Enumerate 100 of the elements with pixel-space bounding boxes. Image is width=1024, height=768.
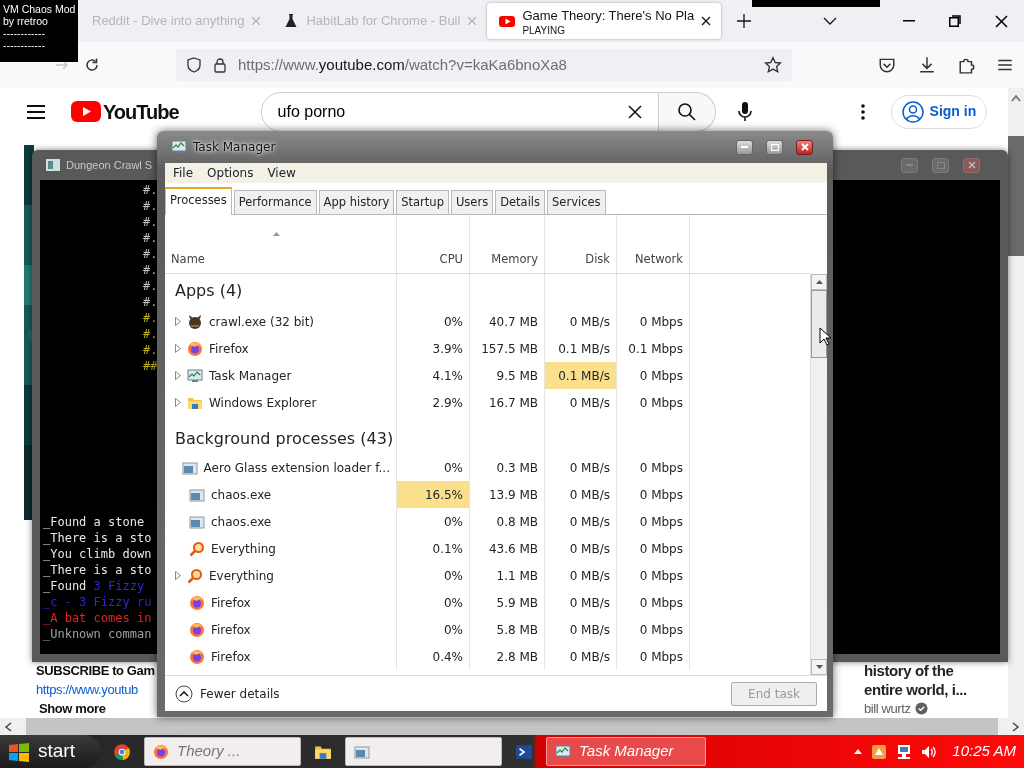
process-name: Task Manager [209,367,292,385]
expand-icon[interactable] [175,344,181,354]
scrollbar-thumb[interactable] [811,290,827,359]
map-row: #. [143,294,158,310]
table-cell: 0 Mbps [617,643,690,671]
map-row: #. [143,230,158,246]
browser-icon[interactable] [113,742,131,761]
play-button-icon[interactable] [71,101,101,122]
table-cell: 0.4% [397,643,470,671]
scroll-up-button[interactable] [811,274,827,291]
close-icon[interactable] [701,16,712,26]
table-cell: 157.5 MB [470,335,545,363]
table-cell: 5.8 MB [470,616,545,644]
tab[interactable]: Details [495,190,546,215]
video-title[interactable]: entire world, i... [864,680,967,699]
close-icon [967,161,976,169]
pocket-icon[interactable] [878,56,896,74]
scroll-left-icon[interactable] [4,721,12,732]
table-cell: 0 MB/s [545,508,617,536]
process-name: Firefox [211,648,251,666]
chevron-down-icon[interactable] [823,17,838,25]
address-bar[interactable]: https://www.youtube.com/watch?v=kaKa6bnoXa8 [176,49,792,81]
process-name: Firefox [211,594,251,612]
maximize-button[interactable] [766,139,783,155]
start-button[interactable]: start [0,735,100,768]
tab[interactable]: App history [318,190,395,215]
download-icon[interactable] [918,56,936,74]
taskbar-button[interactable]: Theory ... [144,737,301,766]
more-icon[interactable] [860,103,865,120]
sign-in-button[interactable]: Sign in [890,94,988,129]
column-header[interactable]: Network [634,251,683,269]
table-cell: 0.3 MB [470,454,545,482]
clock[interactable]: 10:25 AM [952,740,1016,763]
scroll-right-icon[interactable] [1012,721,1020,732]
star-icon[interactable] [764,56,782,74]
search-button[interactable] [658,91,716,132]
scrollbar-thumb[interactable] [26,718,998,735]
channel-name[interactable]: bill wurtz [864,699,911,718]
tab[interactable]: Services [547,190,606,215]
table-cell: 0 MB/s [545,389,617,417]
table-cell: 0% [397,562,470,590]
menu-item[interactable]: Options [207,164,254,182]
expand-icon[interactable] [175,371,181,381]
process-name: Everything [211,540,276,558]
message-line: _There is a sto [43,530,152,546]
tab[interactable]: Startup [396,190,449,215]
close-icon[interactable] [994,14,1008,28]
scroll-up-icon[interactable] [1011,94,1021,102]
column-header[interactable]: Disk [585,251,610,269]
reload-icon[interactable] [84,57,100,73]
tab[interactable]: Performance [233,190,317,215]
video-title[interactable]: history of the [864,661,954,680]
expand-icon[interactable] [175,571,181,581]
browser-icon [189,648,205,665]
table-cell: 0 Mbps [617,454,690,482]
table-cell: 0% [397,616,470,644]
window-icon [189,486,205,503]
minimize-icon[interactable] [903,20,915,22]
show-more-link[interactable]: Show more [36,699,106,718]
process-name: Everything [209,567,274,585]
arrow-up-icon [815,280,823,285]
table-cell: 3.9% [397,335,470,363]
scrollbar-thumb[interactable] [1008,136,1024,256]
column-header[interactable]: Name [171,251,205,269]
new-tab-icon[interactable] [737,14,752,28]
column-header[interactable]: CPU [439,251,463,269]
cursor-icon [819,327,831,346]
collapse-icon[interactable] [175,684,193,703]
table-cell: 0 Mbps [617,616,690,644]
menu-item[interactable]: File [173,164,194,182]
menu-item[interactable]: View [267,164,296,182]
expand-icon[interactable] [175,398,181,408]
close-button[interactable] [796,139,813,155]
menu-icon[interactable] [26,103,46,120]
shield-icon[interactable] [186,57,202,73]
expand-icon[interactable] [175,317,181,327]
fewer-details-link[interactable]: Fewer details [200,684,280,703]
restore-icon[interactable] [949,15,961,27]
app-icon[interactable] [871,743,888,760]
clear-icon[interactable] [626,103,643,120]
terminal-icon[interactable] [515,742,533,761]
minimize-button[interactable] [736,139,753,155]
scroll-down-button[interactable] [811,659,827,675]
map-row: ## [143,358,158,374]
column-header[interactable]: Memory [491,251,538,269]
tab[interactable]: Users [450,190,494,215]
microphone-icon[interactable] [736,100,753,123]
puzzle-icon[interactable] [958,56,976,74]
table-cell: 0 MB/s [545,643,617,671]
logo-text[interactable]: YouTube [103,96,179,127]
sort-caret-icon[interactable] [273,232,280,237]
table-cell: 1.1 MB [470,562,545,590]
link[interactable]: https://www.youtub [36,680,138,699]
caret-up-icon[interactable] [854,749,863,754]
search-field[interactable]: ufo porno [260,91,659,132]
network-icon[interactable] [896,743,913,760]
browser-tab[interactable]: Game Theory: There's No Pla PLAYING [487,3,722,39]
tab[interactable]: Processes [165,187,232,216]
taskbar-button[interactable]: Task Manager [546,737,706,766]
lock-icon[interactable] [212,57,228,73]
